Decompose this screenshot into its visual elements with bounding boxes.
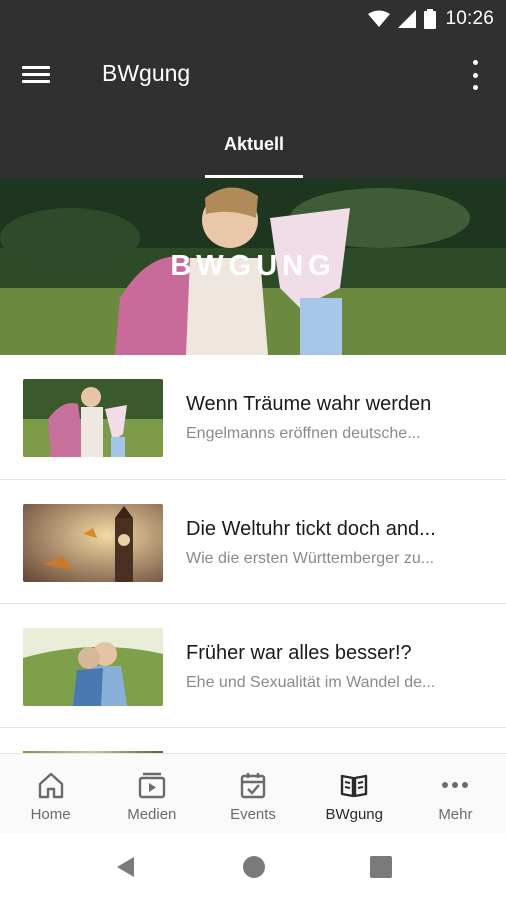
list-item[interactable]: Früher war alles besser!? Ehe und Sexual… [0,604,506,728]
hamburger-icon [22,66,50,69]
list-item[interactable]: Die Weltuhr tickt doch and... Wie die er… [0,480,506,604]
article-thumbnail [23,504,163,582]
calendar-icon [240,773,266,799]
nav-events[interactable]: Events [202,754,303,833]
article-list: Wenn Träume wahr werden Engelmanns eröff… [0,355,506,728]
hamburger-line [22,73,50,76]
system-navigation-bar [0,833,506,900]
status-time: 10:26 [445,8,494,29]
menu-button[interactable] [22,62,58,90]
tab-label: Aktuell [223,134,284,154]
nav-label: Mehr [438,806,473,823]
app-title: BWgung [102,60,191,86]
hamburger-line [22,80,50,83]
nav-mehr[interactable]: Mehr [405,754,506,833]
media-icon [138,772,165,799]
nav-label: BWgung [325,806,383,823]
overflow-dot [472,85,478,90]
article-title: Früher war alles besser!? [186,642,412,664]
wifi-icon [368,10,390,27]
app-bar: BWgung Aktuell [0,38,506,178]
list-item[interactable]: Wenn Träume wahr werden Engelmanns eröff… [0,355,506,480]
more-icon [442,782,469,788]
overflow-dot [472,72,478,78]
article-thumbnail [23,379,163,457]
bottom-navigation: Home Medien Events BWgung Mehr [0,753,506,833]
home-icon [38,772,63,799]
nav-label: Events [230,806,276,823]
status-bar: 10:26 [0,0,506,38]
nav-medien[interactable]: Medien [101,754,202,833]
article-thumbnail [23,628,163,706]
signal-icon [398,10,416,28]
back-icon[interactable] [114,855,138,879]
nav-label: Medien [127,806,177,823]
overflow-menu-button[interactable] [464,60,486,90]
overflow-dot [472,60,478,65]
nav-label: Home [30,806,71,823]
article-title: Wenn Träume wahr werden [186,393,432,415]
article-subtitle: Ehe und Sexualität im Wandel de... [186,674,436,691]
hero-banner[interactable]: BWGUNG [0,178,506,355]
tab-aktuell[interactable]: Aktuell [205,122,303,178]
nav-home[interactable]: Home [0,754,101,833]
list-item-peek[interactable] [0,729,506,755]
home-button-icon[interactable] [242,855,266,879]
article-subtitle: Wie die ersten Württemberger zu... [186,550,435,567]
book-icon [341,774,368,798]
status-icons [368,9,436,29]
hero-title: BWGUNG [170,250,336,282]
article-title: Die Weltuhr tickt doch and... [186,518,436,540]
article-subtitle: Engelmanns eröffnen deutsche... [186,425,421,442]
recents-icon[interactable] [369,855,393,879]
battery-icon [424,9,436,29]
nav-bwgung[interactable]: BWgung [304,754,405,833]
